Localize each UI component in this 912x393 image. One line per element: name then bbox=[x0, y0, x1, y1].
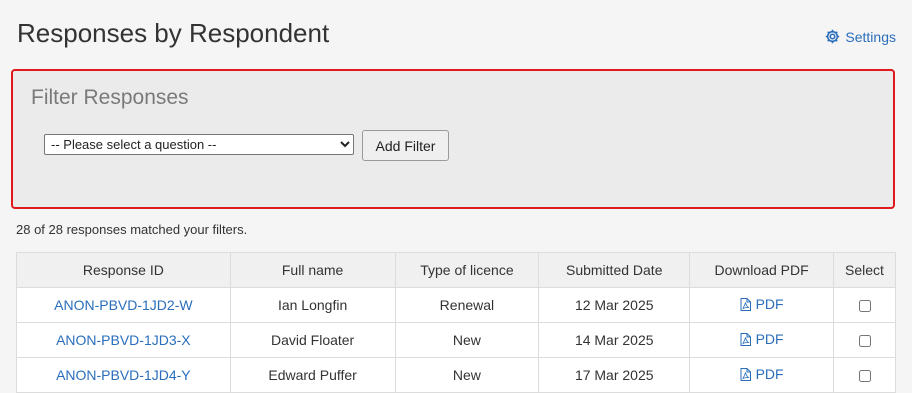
pdf-file-icon bbox=[740, 297, 751, 311]
response-id-link[interactable]: ANON-PBVD-1JD2-W bbox=[54, 297, 192, 313]
filter-panel: Filter Responses -- Please select a ques… bbox=[11, 69, 895, 209]
settings-label: Settings bbox=[845, 28, 896, 45]
header-download-pdf: Download PDF bbox=[689, 252, 834, 288]
response-id-link[interactable]: ANON-PBVD-1JD3-X bbox=[56, 332, 191, 348]
filter-title: Filter Responses bbox=[31, 86, 189, 109]
pdf-label: PDF bbox=[755, 366, 784, 383]
pdf-file-icon bbox=[740, 332, 751, 346]
full-name-cell: David Floater bbox=[229, 322, 396, 358]
download-pdf-link[interactable]: PDF bbox=[740, 331, 784, 347]
full-name-cell: Ian Longfin bbox=[229, 287, 396, 323]
submitted-date-cell: 17 Mar 2025 bbox=[538, 357, 691, 393]
table-row: ANON-PBVD-1JD3-X David Floater New 14 Ma… bbox=[16, 322, 896, 358]
select-checkbox[interactable] bbox=[858, 335, 871, 348]
header-full-name[interactable]: Full name bbox=[229, 252, 396, 288]
submitted-date-cell: 14 Mar 2025 bbox=[538, 322, 691, 358]
pdf-label: PDF bbox=[755, 296, 784, 313]
header-response-id[interactable]: Response ID bbox=[16, 252, 231, 288]
question-select[interactable]: -- Please select a question -- bbox=[44, 134, 354, 155]
responses-table: Response ID Full name Type of licence Su… bbox=[16, 252, 896, 393]
gear-icon bbox=[826, 29, 840, 44]
header-submitted-date[interactable]: Submitted Date bbox=[538, 252, 691, 288]
page-title: Responses by Respondent bbox=[17, 18, 330, 48]
full-name-cell: Edward Puffer bbox=[229, 357, 396, 393]
table-row: ANON-PBVD-1JD4-Y Edward Puffer New 17 Ma… bbox=[16, 357, 896, 393]
licence-type-cell: Renewal bbox=[394, 287, 540, 323]
download-pdf-link[interactable]: PDF bbox=[740, 296, 784, 312]
response-id-link[interactable]: ANON-PBVD-1JD4-Y bbox=[56, 367, 191, 383]
select-checkbox[interactable] bbox=[858, 370, 871, 383]
table-row: ANON-PBVD-1JD2-W Ian Longfin Renewal 12 … bbox=[16, 287, 896, 323]
match-count: 28 of 28 responses matched your filters. bbox=[16, 222, 248, 237]
download-pdf-link[interactable]: PDF bbox=[740, 366, 784, 382]
select-checkbox[interactable] bbox=[858, 300, 871, 313]
pdf-file-icon bbox=[740, 367, 751, 381]
submitted-date-cell: 12 Mar 2025 bbox=[538, 287, 691, 323]
pdf-label: PDF bbox=[755, 331, 784, 348]
add-filter-button[interactable]: Add Filter bbox=[362, 130, 449, 161]
settings-link[interactable]: Settings bbox=[824, 28, 896, 45]
header-licence-type[interactable]: Type of licence bbox=[394, 252, 540, 288]
licence-type-cell: New bbox=[394, 357, 540, 393]
licence-type-cell: New bbox=[394, 322, 540, 358]
table-header-row: Response ID Full name Type of licence Su… bbox=[16, 252, 896, 288]
header-select: Select bbox=[833, 252, 896, 288]
